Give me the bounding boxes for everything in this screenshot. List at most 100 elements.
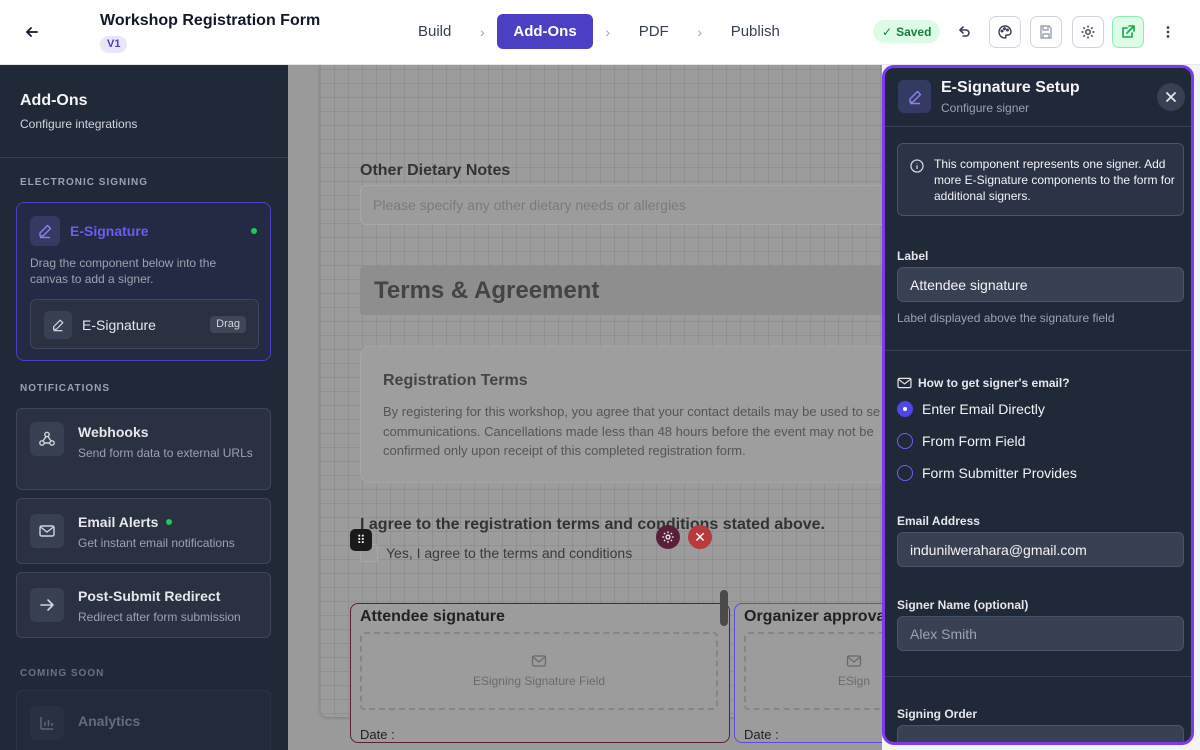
section-notifications: NOTIFICATIONS [20,383,111,394]
pen-icon [898,80,931,113]
esignature-setup-panel: E-Signature Setup Configure signer This … [882,65,1194,745]
email-alerts-name: Email Alerts [78,514,173,530]
panel-title: E-Signature Setup [941,79,1080,96]
top-header: Workshop Registration Form V1 Build › Ad… [0,0,1200,65]
dietary-notes-input[interactable]: Please specify any other dietary needs o… [360,185,882,225]
sidebar-title: Add-Ons [20,92,88,109]
label-help-text: Label displayed above the signature fiel… [897,311,1115,325]
signature-drop-area: ESigning Signature Field [360,632,718,710]
panel-subtitle: Configure signer [941,101,1030,115]
signer-name-input[interactable] [897,616,1184,651]
info-text: This component represents one signer. Ad… [934,157,1175,203]
esignature-description: Drag the component below into the canvas… [30,256,217,286]
analytics-name: Analytics [78,713,141,729]
sidebar-divider [0,157,288,158]
label-field-title: Label [897,249,929,263]
step-publish[interactable]: Publish [715,14,796,49]
save-icon [1040,25,1052,39]
close-icon [1166,92,1176,102]
radio-indicator [897,401,913,417]
theme-button[interactable] [989,16,1021,48]
mail-icon [531,655,547,667]
chevron-right-icon: › [480,23,485,40]
active-dot [166,519,173,525]
section-electronic-signing: ELECTRONIC SIGNING [20,177,149,188]
redirect-name: Post-Submit Redirect [78,588,221,604]
palette-icon [998,25,1012,39]
email-address-title: Email Address [897,514,980,528]
date-label: Date : [360,727,395,742]
terms-section-header[interactable]: Terms & Agreement [360,266,882,315]
open-preview-button[interactable] [1112,16,1144,48]
redirect-description: Redirect after form submission [78,610,241,624]
webhooks-addon-card[interactable]: Webhooks Send form data to external URLs [16,408,271,490]
save-button[interactable] [1030,16,1062,48]
attendee-signature-field[interactable]: Attendee signature ESigning Signature Fi… [350,603,730,743]
label-input[interactable] [897,267,1184,302]
gear-icon [662,531,674,543]
active-dot [251,228,257,234]
webhook-icon [30,422,64,456]
back-arrow-icon[interactable] [18,18,46,46]
mail-icon [846,655,862,667]
signing-order-input[interactable] [897,725,1184,742]
radio-indicator [897,465,913,481]
pen-icon [44,311,72,339]
email-alerts-addon-card[interactable]: Email Alerts Get instant email notificat… [16,498,271,564]
signer-name-title: Signer Name (optional) [897,598,1029,612]
signature-field-label: ESigning Signature Field [472,674,606,688]
date-label: Date : [744,727,779,742]
email-source-question: How to get signer's email? [897,376,1070,390]
arrow-right-icon [30,588,64,622]
step-pdf[interactable]: PDF [623,14,685,49]
section-coming-soon: COMING SOON [20,668,105,679]
pen-icon [30,216,60,246]
esignature-draggable[interactable]: E-Signature Drag [30,299,259,349]
radio-enter-email-directly[interactable]: Enter Email Directly [897,399,1045,419]
info-box: This component represents one signer. Ad… [897,143,1184,216]
sidebar-subtitle: Configure integrations [20,117,138,131]
radio-from-form-field[interactable]: From Form Field [897,431,1025,451]
esignature-addon-card[interactable]: E-Signature Drag the component below int… [16,202,271,361]
agree-option-label: Yes, I agree to the terms and conditions [386,545,633,561]
step-nav: Build › Add-Ons › PDF › Publish [402,14,796,49]
panel-divider [885,676,1191,677]
field-settings-button[interactable] [656,525,680,549]
email-address-input[interactable] [897,532,1184,567]
signature-title: Attendee signature [360,608,505,625]
check-icon: ✓ [882,24,893,39]
signature-title: Organizer approval [744,608,882,625]
resize-handle[interactable] [720,590,728,626]
chevron-right-icon: › [697,23,703,40]
more-options-button[interactable] [1152,16,1184,48]
panel-divider [885,350,1191,351]
close-panel-button[interactable] [1157,83,1185,111]
agree-question: I agree to the registration terms and co… [360,516,825,533]
bar-chart-icon [30,706,64,740]
close-icon: ✕ [694,528,706,545]
step-add-ons[interactable]: Add-Ons [497,14,593,49]
organizer-signature-field[interactable]: Organizer approval ESign Date : [734,603,882,743]
external-link-icon [1122,25,1135,38]
drag-tag: Drag [210,316,246,333]
remove-field-button[interactable]: ✕ [688,525,712,549]
undo-icon [959,26,970,37]
registration-terms-block[interactable]: Registration Terms By registering for th… [360,346,882,483]
mail-icon [897,377,912,389]
panel-divider [885,126,1191,127]
draggable-label: E-Signature [82,317,156,333]
drag-handle-icon[interactable]: ⠿ [350,529,372,551]
terms-body: By registering for this workshop, you ag… [383,404,881,458]
saved-label: Saved [896,24,932,39]
redirect-addon-card[interactable]: Post-Submit Redirect Redirect after form… [16,572,271,638]
step-build[interactable]: Build [402,14,467,49]
webhooks-name: Webhooks [78,424,149,440]
email-alerts-description: Get instant email notifications [78,536,235,550]
form-canvas: Other Dietary Notes Please specify any o… [288,65,882,750]
dietary-notes-label: Other Dietary Notes [360,162,511,179]
signing-order-title: Signing Order [897,707,978,721]
signature-field-label: ESign [837,674,871,688]
settings-button[interactable] [1072,16,1104,48]
radio-form-submitter-provides[interactable]: Form Submitter Provides [897,463,1077,483]
undo-button[interactable] [948,16,980,48]
